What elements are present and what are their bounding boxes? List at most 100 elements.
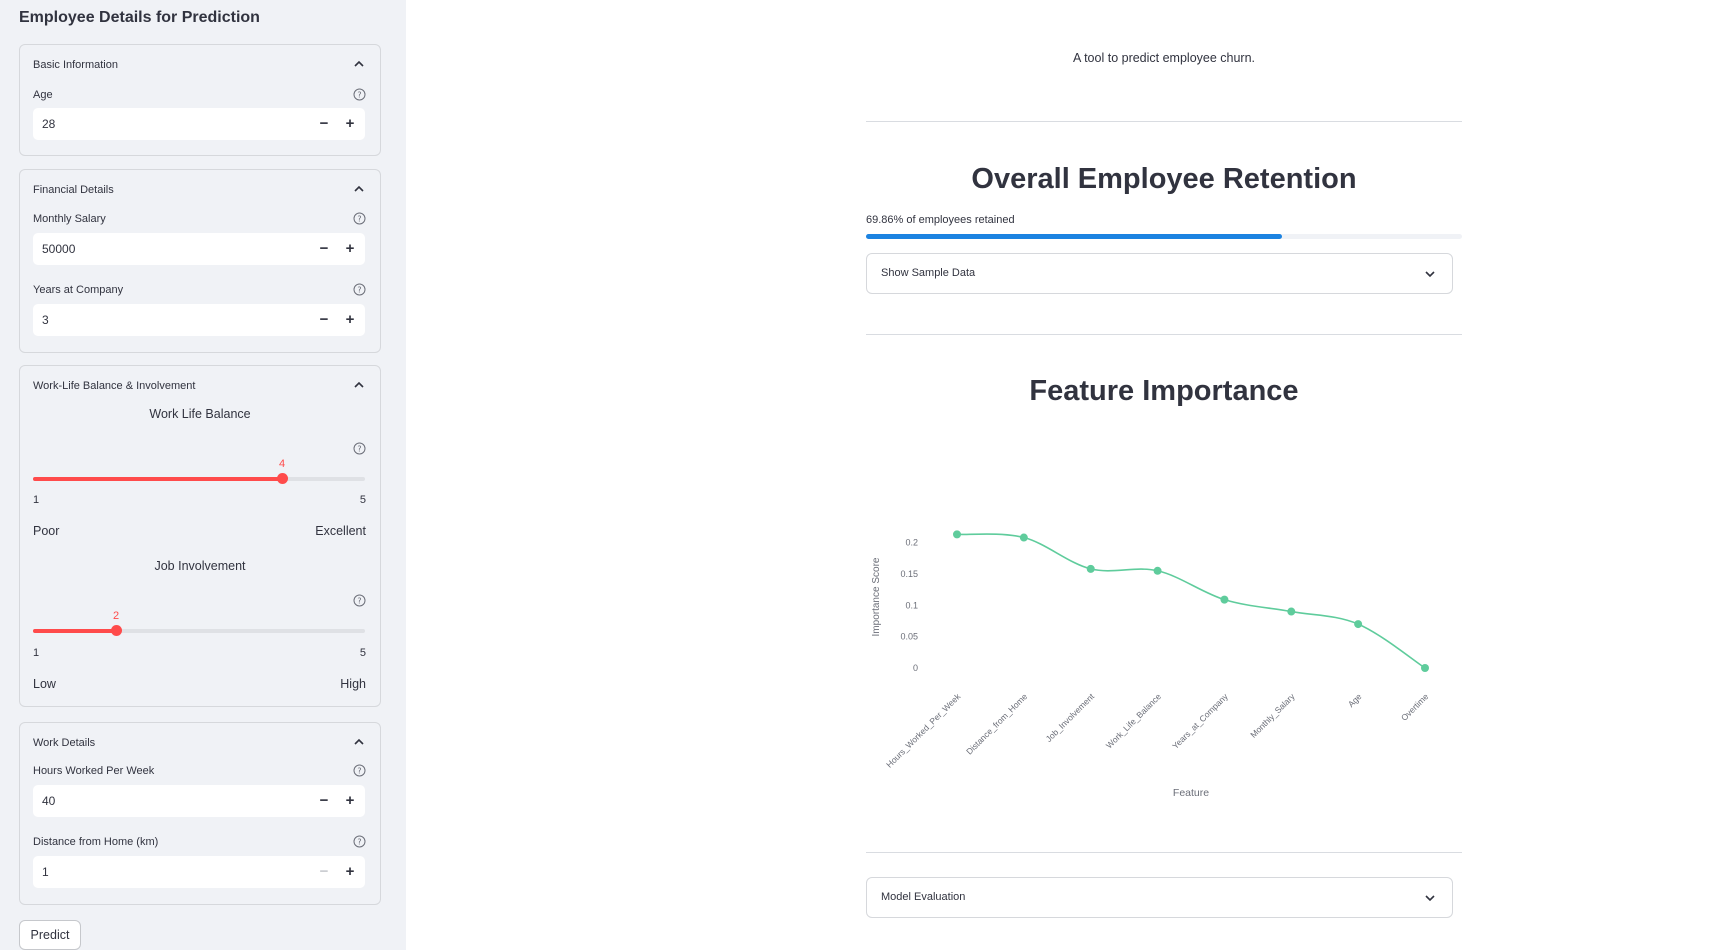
job-involvement-min-caption: Low (33, 677, 56, 691)
slider-fill (33, 629, 116, 633)
svg-text:?: ? (357, 597, 361, 606)
y-axis-label: Importance Score (871, 557, 882, 636)
chevron-up-icon (354, 738, 364, 745)
work-life-balance-thumb[interactable] (276, 473, 288, 484)
plus-icon[interactable]: + (337, 785, 363, 817)
divider (866, 334, 1462, 335)
x-tick-label: Overtime (1399, 691, 1431, 723)
age-input[interactable]: 28 − + (33, 108, 365, 140)
model-evaluation-expander[interactable]: Model Evaluation (866, 877, 1453, 918)
sidebar-title: Employee Details for Prediction (19, 9, 260, 26)
svg-text:?: ? (357, 215, 361, 224)
data-point[interactable] (1153, 566, 1162, 575)
age-label: Age (33, 89, 53, 101)
chevron-up-icon (354, 60, 364, 67)
minus-icon[interactable]: − (311, 108, 337, 140)
monthly-salary-input[interactable]: 50000 − + (33, 233, 365, 265)
divider (866, 121, 1462, 122)
plus-icon[interactable]: + (337, 856, 363, 888)
hours-worked-value[interactable]: 40 (42, 794, 55, 808)
y-tick-label: 0.05 (900, 632, 918, 642)
plus-icon[interactable]: + (337, 304, 363, 336)
expander-label: Work-Life Balance & Involvement (33, 380, 196, 392)
years-at-company-value[interactable]: 3 (42, 313, 49, 327)
plus-icon[interactable]: + (337, 108, 363, 140)
hours-worked-label: Hours Worked Per Week (33, 765, 155, 777)
x-tick-label: Age (1346, 691, 1364, 709)
slider-min: 1 (33, 494, 40, 506)
x-tick-label: Hours_Worked_Per_Week (884, 691, 963, 770)
feature-importance-chart: Importance Score Feature 0 0.05 0.1 0.15 0.2… (871, 530, 1431, 799)
minus-icon[interactable]: − (311, 233, 337, 265)
expander-header-financial-details[interactable]: Financial Details (20, 170, 380, 210)
job-involvement-title: Job Involvement (154, 559, 246, 573)
data-point[interactable] (1421, 664, 1429, 672)
app-tagline: A tool to predict employee churn. (1072, 51, 1256, 65)
expander-label: Basic Information (33, 59, 118, 71)
y-tick-label: 0 (913, 663, 918, 673)
series-line (956, 533, 1426, 669)
help-circle-icon[interactable]: ? (353, 88, 366, 101)
x-axis-label: Feature (1173, 787, 1209, 799)
retention-progress-text: 69.86% of employees retained (866, 214, 1015, 226)
data-point[interactable] (1019, 533, 1028, 542)
work-life-balance-slider[interactable] (33, 477, 365, 481)
expander-work-details: Work Details Hours Worked Per Week ? 40 … (19, 722, 381, 905)
monthly-salary-label: Monthly Salary (33, 213, 106, 225)
y-tick-label: 0.2 (905, 538, 918, 548)
job-involvement-thumb[interactable] (110, 625, 122, 636)
years-at-company-label: Years at Company (33, 284, 124, 296)
retention-progress-bar (866, 234, 1462, 239)
sidebar: Employee Details for Prediction Basic In… (0, 0, 406, 950)
job-involvement-slider[interactable] (33, 629, 365, 633)
predict-button[interactable]: Predict (19, 920, 81, 950)
help-circle-icon[interactable]: ? (353, 764, 366, 777)
x-tick-label: Years_at_Company (1170, 691, 1230, 751)
chevron-up-icon (354, 185, 364, 192)
help-circle-icon[interactable]: ? (353, 283, 366, 296)
work-life-balance-value: 4 (279, 458, 286, 470)
show-sample-data-expander[interactable]: Show Sample Data (866, 253, 1453, 294)
work-life-balance-max-caption: Excellent (315, 524, 366, 538)
job-involvement-max-caption: High (340, 677, 366, 691)
age-value[interactable]: 28 (42, 117, 55, 131)
slider-max: 5 (359, 647, 366, 659)
data-point[interactable] (1354, 620, 1363, 629)
svg-text:?: ? (357, 445, 361, 454)
distance-from-home-value[interactable]: 1 (42, 865, 49, 879)
work-life-balance-title: Work Life Balance (149, 407, 251, 421)
minus-icon[interactable]: − (311, 304, 337, 336)
expander-work-life-balance: Work-Life Balance & Involvement Work Lif… (19, 365, 381, 707)
data-point[interactable] (1086, 564, 1095, 573)
retention-progress-fill (866, 234, 1283, 239)
expander-header-basic-information[interactable]: Basic Information (20, 45, 380, 85)
data-point[interactable] (953, 530, 961, 539)
job-involvement-value: 2 (113, 610, 120, 622)
expander-label: Financial Details (33, 184, 114, 196)
x-tick-label: Job_Involvement (1044, 691, 1097, 744)
plus-icon[interactable]: + (337, 233, 363, 265)
chevron-down-icon (1425, 271, 1435, 278)
expander-financial-details: Financial Details Monthly Salary ? 50000… (19, 169, 381, 353)
expander-basic-information: Basic Information Age ? 28 − + (19, 44, 381, 156)
y-tick-label: 0.1 (905, 600, 918, 610)
work-life-balance-min-caption: Poor (33, 524, 60, 538)
years-at-company-input[interactable]: 3 − + (33, 304, 365, 336)
minus-icon[interactable]: − (311, 785, 337, 817)
help-circle-icon[interactable]: ? (353, 442, 366, 455)
svg-text:?: ? (357, 838, 361, 847)
retention-heading: Overall Employee Retention (971, 163, 1357, 195)
help-circle-icon[interactable]: ? (353, 212, 366, 225)
data-point[interactable] (1220, 595, 1229, 604)
expander-header-work-life-balance[interactable]: Work-Life Balance & Involvement (20, 366, 380, 406)
monthly-salary-value[interactable]: 50000 (42, 242, 75, 256)
distance-from-home-input[interactable]: 1 − + (33, 856, 365, 888)
data-point[interactable] (1287, 607, 1296, 616)
slider-fill (33, 477, 282, 481)
x-tick-label: Work_Life_Balance (1104, 691, 1163, 750)
minus-icon[interactable]: − (311, 856, 337, 888)
expander-header-work-details[interactable]: Work Details (20, 723, 380, 763)
help-circle-icon[interactable]: ? (353, 835, 366, 848)
help-circle-icon[interactable]: ? (353, 594, 366, 607)
hours-worked-input[interactable]: 40 − + (33, 785, 365, 817)
